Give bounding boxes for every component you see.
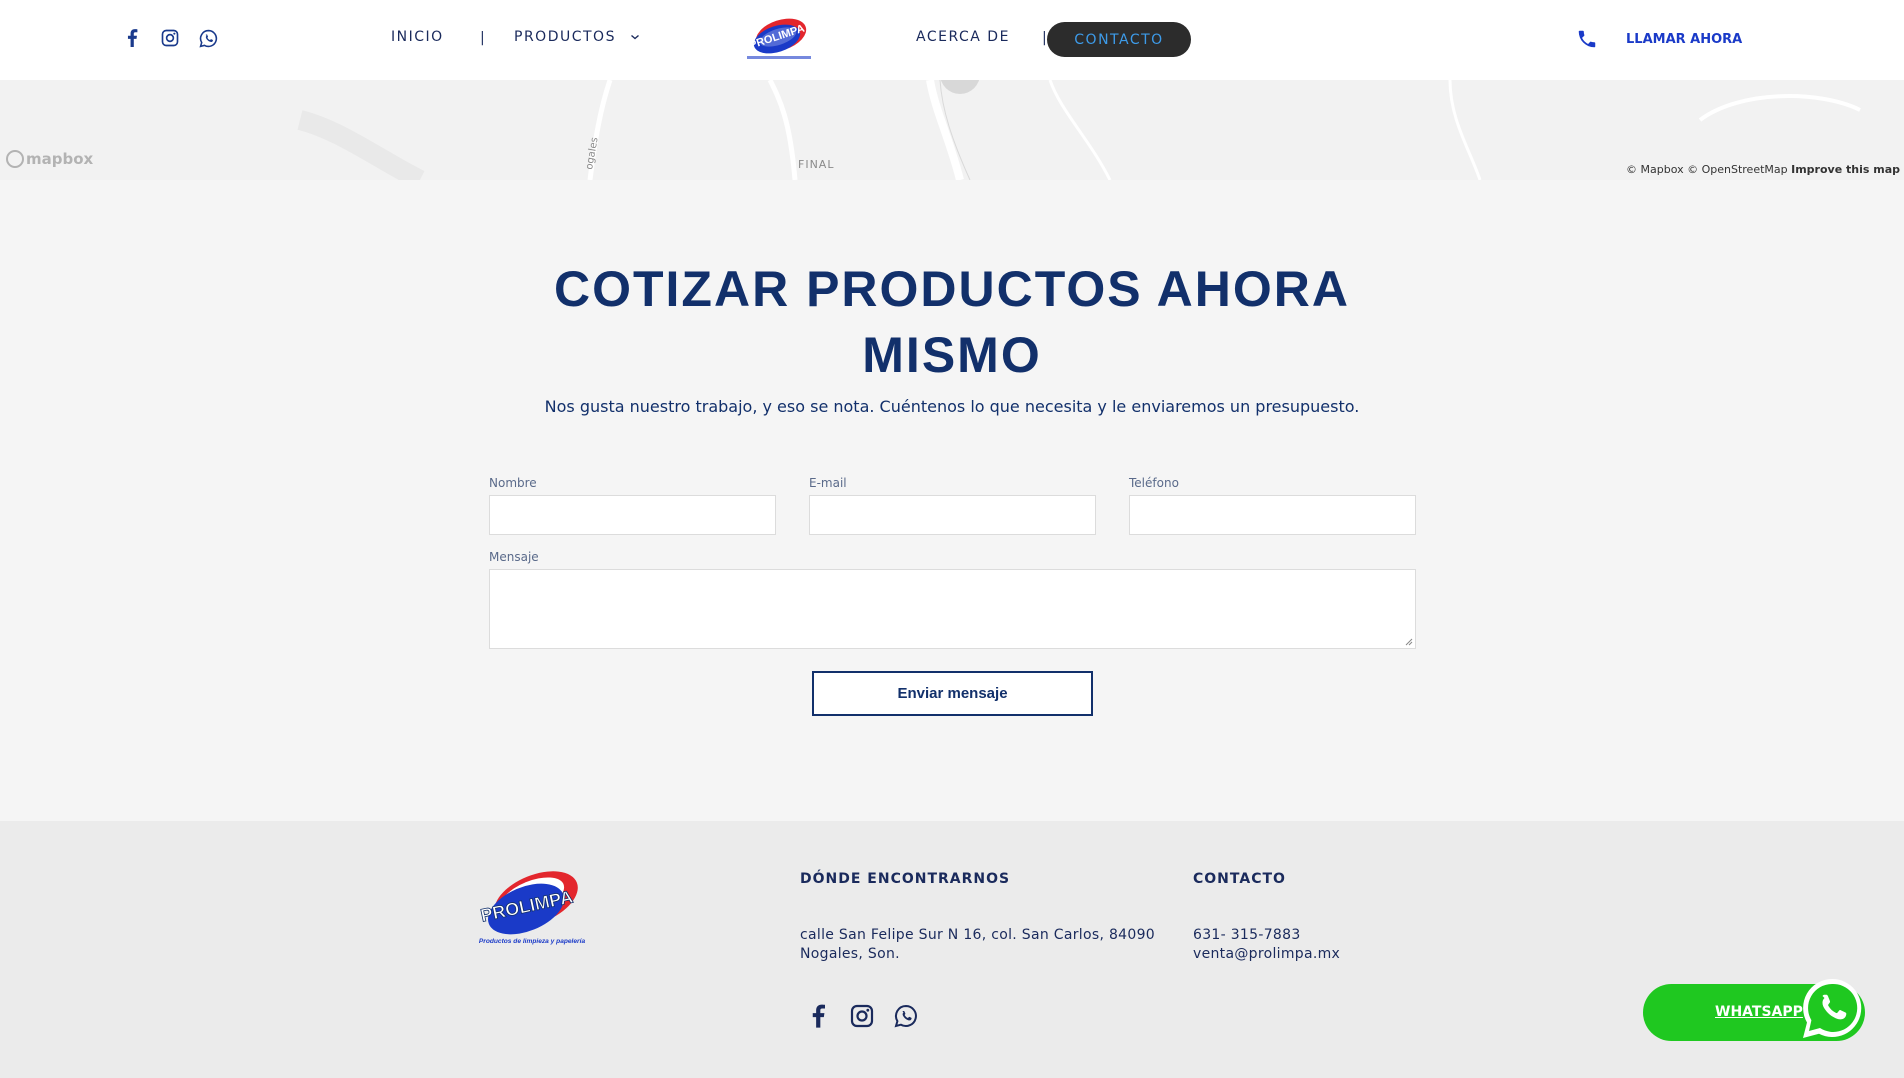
footer-logo[interactable]: PROLIMPA Productos de limpieza y papeler… bbox=[476, 865, 588, 947]
improve-map-link[interactable]: Improve this map bbox=[1791, 163, 1900, 176]
contact-text: 631- 315-7883 venta@prolimpa.mx bbox=[1193, 926, 1340, 964]
instagram-icon[interactable] bbox=[160, 28, 180, 48]
mapbox-icon bbox=[6, 150, 24, 168]
whatsapp-button-label: WHATSAPP bbox=[1715, 1004, 1803, 1020]
footer-logo-tagline: Productos de limpieza y papelería bbox=[479, 938, 586, 945]
nombre-field[interactable] bbox=[489, 495, 776, 535]
map-label: FINAL bbox=[798, 158, 835, 171]
header-social-links bbox=[122, 28, 218, 48]
address-line1: calle San Felipe Sur N 16, col. San Carl… bbox=[800, 927, 1155, 943]
quote-title-line1: COTIZAR PRODUCTOS AHORA bbox=[554, 261, 1350, 317]
nav-separator: | bbox=[1042, 30, 1047, 46]
address-text: calle San Felipe Sur N 16, col. San Carl… bbox=[800, 926, 1155, 964]
nav-productos-label: PRODUCTOS bbox=[514, 29, 616, 45]
footer-email[interactable]: venta@prolimpa.mx bbox=[1193, 946, 1340, 962]
nav-inicio[interactable]: INICIO bbox=[391, 29, 444, 45]
mensaje-textarea[interactable] bbox=[489, 569, 1416, 649]
nav-separator: | bbox=[480, 30, 485, 46]
whatsapp-icon[interactable] bbox=[894, 1004, 918, 1028]
footer-phone[interactable]: 631- 315-7883 bbox=[1193, 927, 1301, 943]
email-label: E-mail bbox=[809, 476, 847, 490]
resize-handle-icon[interactable] bbox=[1405, 638, 1413, 646]
quote-subtitle: Nos gusta nuestro trabajo, y eso se nota… bbox=[544, 397, 1360, 416]
quote-title-line2: MISMO bbox=[862, 327, 1042, 383]
telefono-field[interactable] bbox=[1129, 495, 1416, 535]
submit-button[interactable]: Enviar mensaje bbox=[812, 671, 1093, 716]
email-field[interactable] bbox=[809, 495, 1096, 535]
facebook-icon[interactable] bbox=[806, 1004, 830, 1028]
where-heading: DÓNDE ENCONTRARNOS bbox=[800, 871, 1011, 887]
mapbox-label: mapbox bbox=[26, 150, 94, 168]
header-logo[interactable]: PROLIMPA bbox=[745, 15, 813, 63]
nav-acerca-de[interactable]: ACERCA DE bbox=[916, 29, 1010, 45]
quote-title: COTIZAR PRODUCTOS AHORA MISMO bbox=[0, 256, 1904, 388]
mapbox-logo[interactable]: mapbox bbox=[6, 150, 93, 168]
whatsapp-logo-icon[interactable] bbox=[1798, 975, 1866, 1043]
nav-contacto-button[interactable]: CONTACTO bbox=[1047, 22, 1191, 57]
nav-productos[interactable]: PRODUCTOS bbox=[514, 29, 640, 45]
address-line2: Nogales, Son. bbox=[800, 946, 900, 962]
map-attribution: © Mapbox © OpenStreetMap Improve this ma… bbox=[1626, 163, 1900, 176]
footer-social-links bbox=[806, 1004, 918, 1028]
map-attribution-text[interactable]: © Mapbox © OpenStreetMap bbox=[1626, 163, 1788, 176]
facebook-icon[interactable] bbox=[122, 28, 142, 48]
site-header: INICIO | PRODUCTOS PROLIMPA ACERCA DE | … bbox=[0, 0, 1904, 80]
mensaje-label: Mensaje bbox=[489, 550, 539, 564]
call-now-link[interactable]: LLAMAR AHORA bbox=[1626, 32, 1742, 47]
contact-heading: CONTACTO bbox=[1193, 871, 1286, 887]
phone-icon[interactable] bbox=[1576, 28, 1600, 52]
instagram-icon[interactable] bbox=[850, 1004, 874, 1028]
chevron-down-icon bbox=[630, 34, 639, 40]
whatsapp-icon[interactable] bbox=[198, 28, 218, 48]
location-map[interactable]: FINAL ogales bbox=[0, 80, 1904, 180]
nombre-label: Nombre bbox=[489, 476, 537, 490]
telefono-label: Teléfono bbox=[1129, 476, 1179, 490]
